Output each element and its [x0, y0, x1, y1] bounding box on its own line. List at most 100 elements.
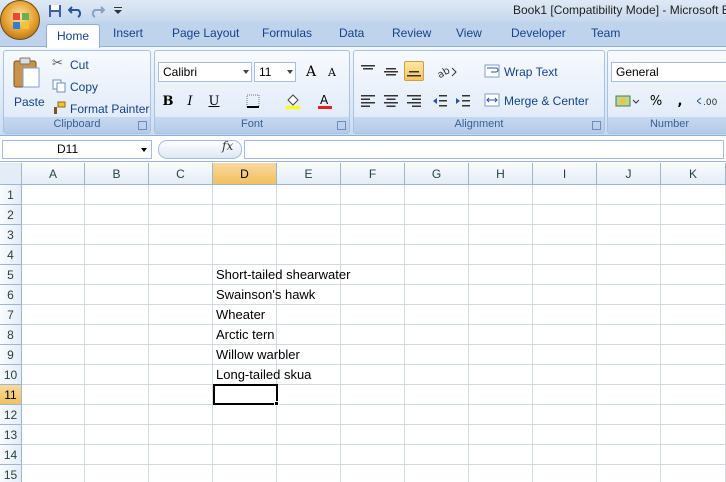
office-button[interactable]: [0, 0, 40, 40]
row-header-14[interactable]: 14: [0, 445, 22, 465]
column-header-j[interactable]: J: [597, 163, 661, 185]
formula-input[interactable]: [244, 140, 724, 159]
fill-color-button[interactable]: [283, 91, 303, 111]
tab-view[interactable]: View: [456, 26, 482, 40]
italic-button[interactable]: I: [180, 91, 200, 111]
format-painter-button[interactable]: Format Painter: [50, 100, 150, 118]
underline-button[interactable]: U: [204, 91, 224, 111]
column-header-d[interactable]: D: [213, 163, 277, 185]
customize-toolbar-icon[interactable]: [109, 3, 127, 19]
tab-formulas[interactable]: Formulas: [262, 26, 312, 40]
insert-function-icon[interactable]: fx: [222, 139, 233, 153]
decrease-indent-button[interactable]: [430, 91, 450, 111]
row-header-2[interactable]: 2: [0, 205, 22, 225]
align-left-icon: [361, 95, 375, 107]
shrink-font-button[interactable]: A: [322, 62, 342, 82]
row-header-10[interactable]: 10: [0, 365, 22, 385]
alignment-launcher-icon[interactable]: [592, 121, 601, 130]
tab-insert[interactable]: Insert: [113, 26, 143, 40]
grow-font-button[interactable]: A: [301, 62, 321, 82]
cut-button[interactable]: ✂ Cut: [50, 56, 110, 74]
column-header-g[interactable]: G: [405, 163, 469, 185]
font-color-button[interactable]: A: [315, 91, 335, 111]
clipboard-launcher-icon[interactable]: [138, 121, 147, 130]
middle-align-button[interactable]: [381, 61, 401, 81]
cell-d9[interactable]: Willow warbler: [213, 345, 300, 365]
column-header-b[interactable]: B: [85, 163, 149, 185]
column-header-a[interactable]: A: [22, 163, 85, 185]
active-cell-border[interactable]: [213, 384, 278, 405]
copy-icon: [52, 79, 66, 93]
cell-d10[interactable]: Long-tailed skua: [213, 365, 311, 385]
number-format-select[interactable]: General: [611, 62, 726, 82]
redo-icon[interactable]: [88, 3, 106, 19]
ribbon: Paste ✂ Cut Copy Format Painter Clipboar…: [0, 46, 726, 136]
align-right-button[interactable]: [404, 91, 424, 111]
align-left-button[interactable]: [358, 91, 378, 111]
column-header-e[interactable]: E: [277, 163, 341, 185]
comma-style-button[interactable]: ,: [670, 91, 690, 111]
chevron-down-icon: [243, 70, 249, 74]
number-group-label: Number: [608, 117, 726, 133]
orientation-button[interactable]: ab: [434, 61, 460, 81]
row-header-3[interactable]: 3: [0, 225, 22, 245]
accounting-format-button[interactable]: [612, 91, 642, 111]
column-header-f[interactable]: F: [341, 163, 405, 185]
paste-label: Paste: [14, 95, 45, 109]
column-header-k[interactable]: K: [661, 163, 726, 185]
cell-d8[interactable]: Arctic tern: [213, 325, 275, 345]
wrap-text-icon: [484, 64, 500, 78]
increase-indent-button[interactable]: [453, 91, 473, 111]
column-header-i[interactable]: I: [533, 163, 597, 185]
percent-icon: %: [649, 93, 663, 109]
tab-team[interactable]: Team: [591, 26, 620, 40]
bottom-align-button[interactable]: [404, 61, 424, 81]
top-align-button[interactable]: [358, 61, 378, 81]
fill-handle[interactable]: [274, 401, 279, 406]
bold-button[interactable]: B: [158, 91, 178, 111]
borders-button[interactable]: [243, 91, 263, 111]
row-header-4[interactable]: 4: [0, 245, 22, 265]
row-header-9[interactable]: 9: [0, 345, 22, 365]
decrease-indent-icon: [433, 95, 447, 107]
merge-center-button[interactable]: Merge & Center: [482, 91, 600, 111]
tab-home[interactable]: Home: [46, 24, 101, 48]
row-header-1[interactable]: 1: [0, 185, 22, 205]
row-header-11[interactable]: 11: [0, 385, 22, 405]
row-header-6[interactable]: 6: [0, 285, 22, 305]
row-header-5[interactable]: 5: [0, 265, 22, 285]
select-all-button[interactable]: [0, 163, 22, 185]
wrap-text-button[interactable]: Wrap Text: [482, 62, 592, 82]
name-box[interactable]: D11: [2, 140, 152, 159]
percent-style-button[interactable]: %: [646, 91, 666, 111]
row-header-7[interactable]: 7: [0, 305, 22, 325]
gridline-horizontal: [22, 204, 726, 205]
font-size-select[interactable]: 11: [254, 62, 296, 82]
undo-icon[interactable]: [67, 3, 85, 19]
align-center-button[interactable]: [381, 91, 401, 111]
tab-data[interactable]: Data: [339, 26, 364, 40]
font-launcher-icon[interactable]: [337, 121, 346, 130]
comma-icon: ,: [677, 93, 683, 109]
row-header-8[interactable]: 8: [0, 325, 22, 345]
underline-icon: U: [208, 93, 220, 109]
row-header-13[interactable]: 13: [0, 425, 22, 445]
save-icon[interactable]: [46, 3, 64, 19]
cell-d7[interactable]: Wheater: [213, 305, 265, 325]
column-header-c[interactable]: C: [149, 163, 213, 185]
tab-developer[interactable]: Developer: [511, 26, 566, 40]
font-name-select[interactable]: Calibri: [158, 62, 252, 82]
cell-d6[interactable]: Swainson's hawk: [213, 285, 315, 305]
row-header-15[interactable]: 15: [0, 465, 22, 482]
cell-d5[interactable]: Short-tailed shearwater: [213, 265, 350, 285]
column-header-h[interactable]: H: [469, 163, 533, 185]
tab-page-layout[interactable]: Page Layout: [172, 26, 239, 40]
paste-button[interactable]: Paste: [8, 55, 45, 115]
copy-button[interactable]: Copy: [50, 78, 110, 96]
increase-decimal-button[interactable]: .00: [696, 91, 724, 111]
font-group: Calibri 11 A A B I U A Font: [154, 50, 350, 134]
tab-review[interactable]: Review: [392, 26, 431, 40]
row-header-12[interactable]: 12: [0, 405, 22, 425]
office-logo-icon: [13, 13, 29, 29]
increase-decimal-icon: .00: [697, 97, 718, 108]
